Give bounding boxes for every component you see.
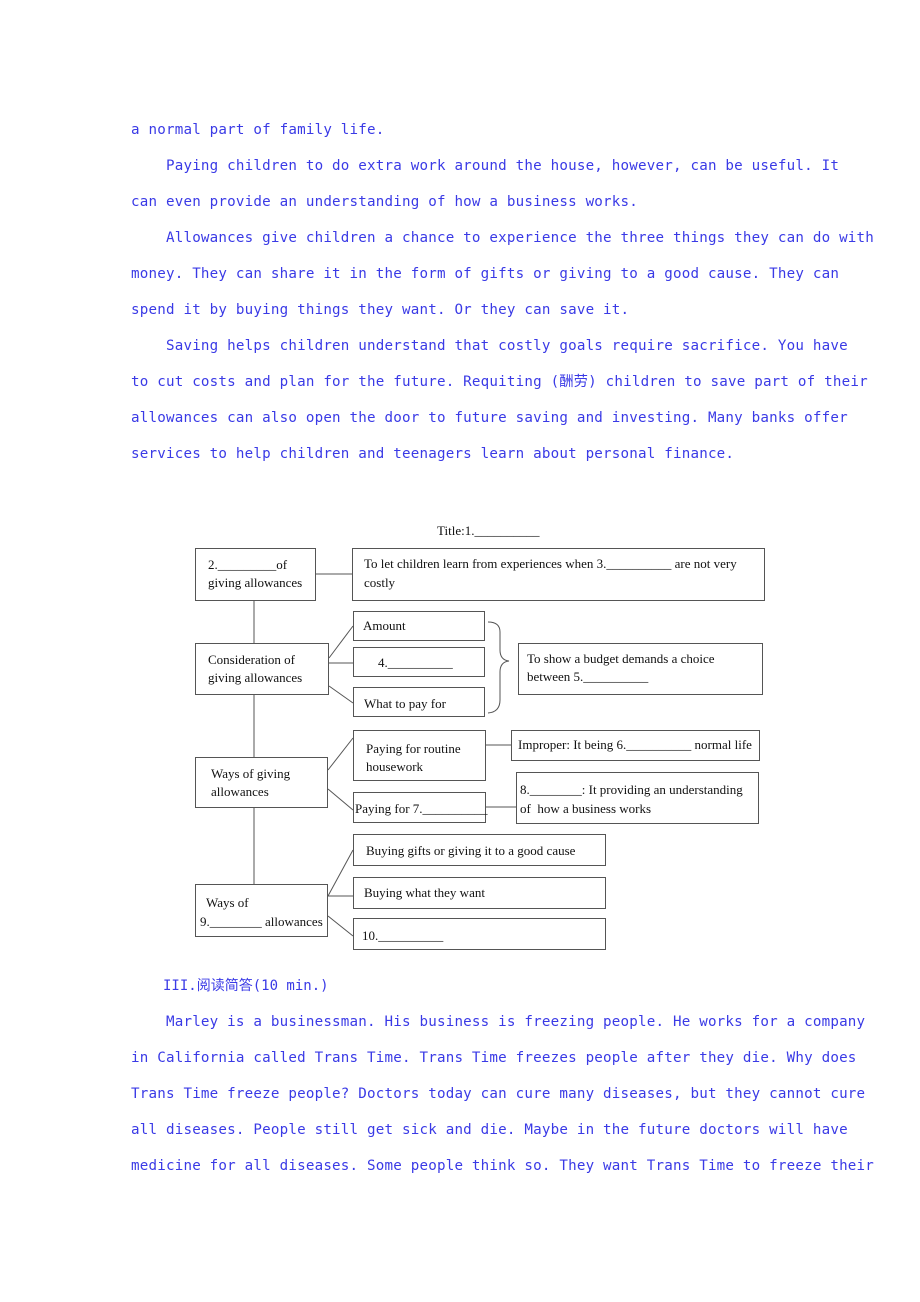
box-text: Paying for 7.__________: [355, 801, 488, 816]
purpose-box: 2._________of giving allowances: [195, 548, 316, 601]
box-text: Buying what they want: [364, 885, 485, 900]
paying-extra-box: Paying for 7.__________: [353, 792, 488, 823]
connector-line: [327, 915, 354, 937]
box-text: 4.__________: [378, 655, 453, 670]
box-text: giving allowances: [208, 670, 303, 685]
box-text: 8.________: It providing an understandin…: [520, 782, 743, 797]
diagram-title: Title:1.__________: [437, 523, 540, 538]
connector-line: [328, 625, 354, 659]
box-text: What to pay for: [364, 696, 446, 711]
consideration-item-4: 4.__________: [353, 647, 485, 677]
ways9-item-buying: Buying what they want: [353, 877, 606, 909]
box-text: Amount: [363, 618, 406, 633]
ways9-item-10: 10.__________: [353, 918, 606, 950]
consideration-box: Consideration of giving allowances: [195, 643, 329, 695]
box-text: Ways of: [206, 895, 249, 910]
box-text: housework: [366, 759, 424, 774]
text-line: in California called Trans Time. Trans T…: [131, 1050, 857, 1066]
text-line: Marley is a businessman. His business is…: [131, 1014, 866, 1030]
box-text: costly: [364, 575, 396, 590]
brace: [487, 621, 510, 714]
box-text: giving allowances: [208, 575, 303, 590]
budget-box: To show a budget demands a choice betwee…: [518, 643, 763, 695]
ways9-item-gifts: Buying gifts or giving it to a good caus…: [353, 834, 606, 866]
ways-box: Ways of giving allowances: [195, 757, 328, 808]
ways-9-box: Ways of 9.________ allowances: [195, 884, 328, 937]
box-text: Consideration of: [208, 652, 296, 667]
text-line: medicine for all diseases. Some people t…: [131, 1158, 875, 1174]
box-text: To let children learn from experiences w…: [364, 556, 737, 571]
box-text: Ways of giving: [211, 766, 291, 781]
connector-line: [327, 849, 354, 897]
connector-line: [327, 737, 354, 771]
connector-line: [328, 685, 354, 704]
box-text: Paying for routine: [366, 741, 461, 756]
box-text: between 5.__________: [527, 669, 649, 684]
consideration-item-amount: Amount: [353, 611, 485, 641]
text-line: Trans Time freeze people? Doctors today …: [131, 1086, 866, 1102]
text-line: all diseases. People still get sick and …: [131, 1122, 848, 1138]
box-text: To show a budget demands a choice: [527, 651, 715, 666]
box-text: 9.________ allowances: [200, 914, 323, 929]
consideration-item-what-to-pay: What to pay for: [353, 687, 485, 717]
section-heading: III.阅读简答(10 min.): [163, 978, 329, 994]
box-text: Improper: It being 6.__________ normal l…: [518, 737, 752, 752]
purpose-detail-box: To let children learn from experiences w…: [352, 548, 765, 601]
box-text: Buying gifts or giving it to a good caus…: [366, 843, 576, 858]
connector-line: [327, 788, 354, 811]
box-text: of how a business works: [520, 801, 652, 816]
box-text: allowances: [211, 784, 269, 799]
box-text: 2._________of: [208, 557, 288, 572]
improper-box: Improper: It being 6.__________ normal l…: [511, 730, 760, 761]
allowance-diagram: Title:1.__________ 2._________of giving …: [0, 0, 920, 1302]
business-box: 8.________: It providing an understandin…: [516, 772, 759, 824]
routine-housework-box: Paying for routine housework: [353, 730, 486, 781]
box-text: 10.__________: [362, 928, 444, 943]
